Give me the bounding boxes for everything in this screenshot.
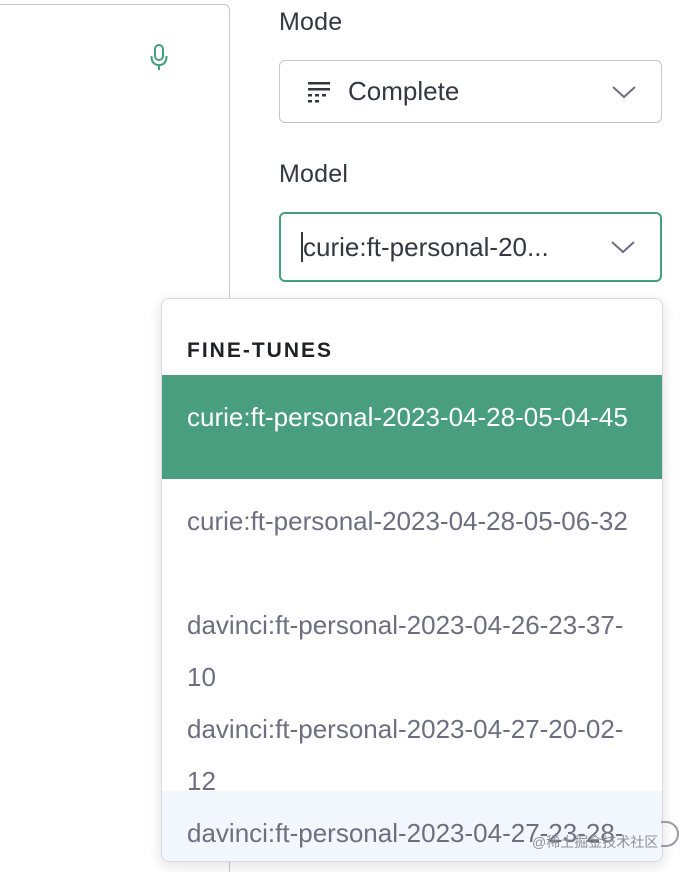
dropdown-group-header: FINE-TUNES: [187, 339, 333, 362]
model-option-selected[interactable]: curie:ft-personal-2023-04-28-05-04-45: [162, 375, 662, 479]
model-option[interactable]: davinci:ft-personal-2023-04-27-20-02-12: [162, 687, 662, 796]
playground-page: Mode Complete Model curie:ft-personal-20…: [0, 0, 684, 872]
mode-label: Mode: [279, 8, 343, 36]
chevron-down-icon: [611, 241, 635, 254]
model-dropdown-menu[interactable]: FINE-TUNES curie:ft-personal-2023-04-28-…: [161, 298, 663, 862]
model-select[interactable]: curie:ft-personal-20...: [279, 212, 662, 282]
mode-selected-value: Complete: [348, 76, 460, 106]
complete-mode-icon: [308, 81, 330, 102]
watermark-text: @稀土掘金技术社区: [532, 834, 659, 850]
model-label: Model: [279, 160, 349, 188]
model-search-input[interactable]: curie:ft-personal-20...: [303, 232, 549, 263]
model-option[interactable]: davinci:ft-personal-2023-04-26-23-37-10: [162, 583, 662, 692]
mode-select[interactable]: Complete: [279, 60, 662, 123]
microphone-icon[interactable]: [149, 43, 169, 73]
model-option[interactable]: curie:ft-personal-2023-04-28-05-06-32: [162, 479, 662, 583]
scroll-handle[interactable]: [661, 821, 679, 847]
chevron-down-icon: [612, 85, 636, 98]
